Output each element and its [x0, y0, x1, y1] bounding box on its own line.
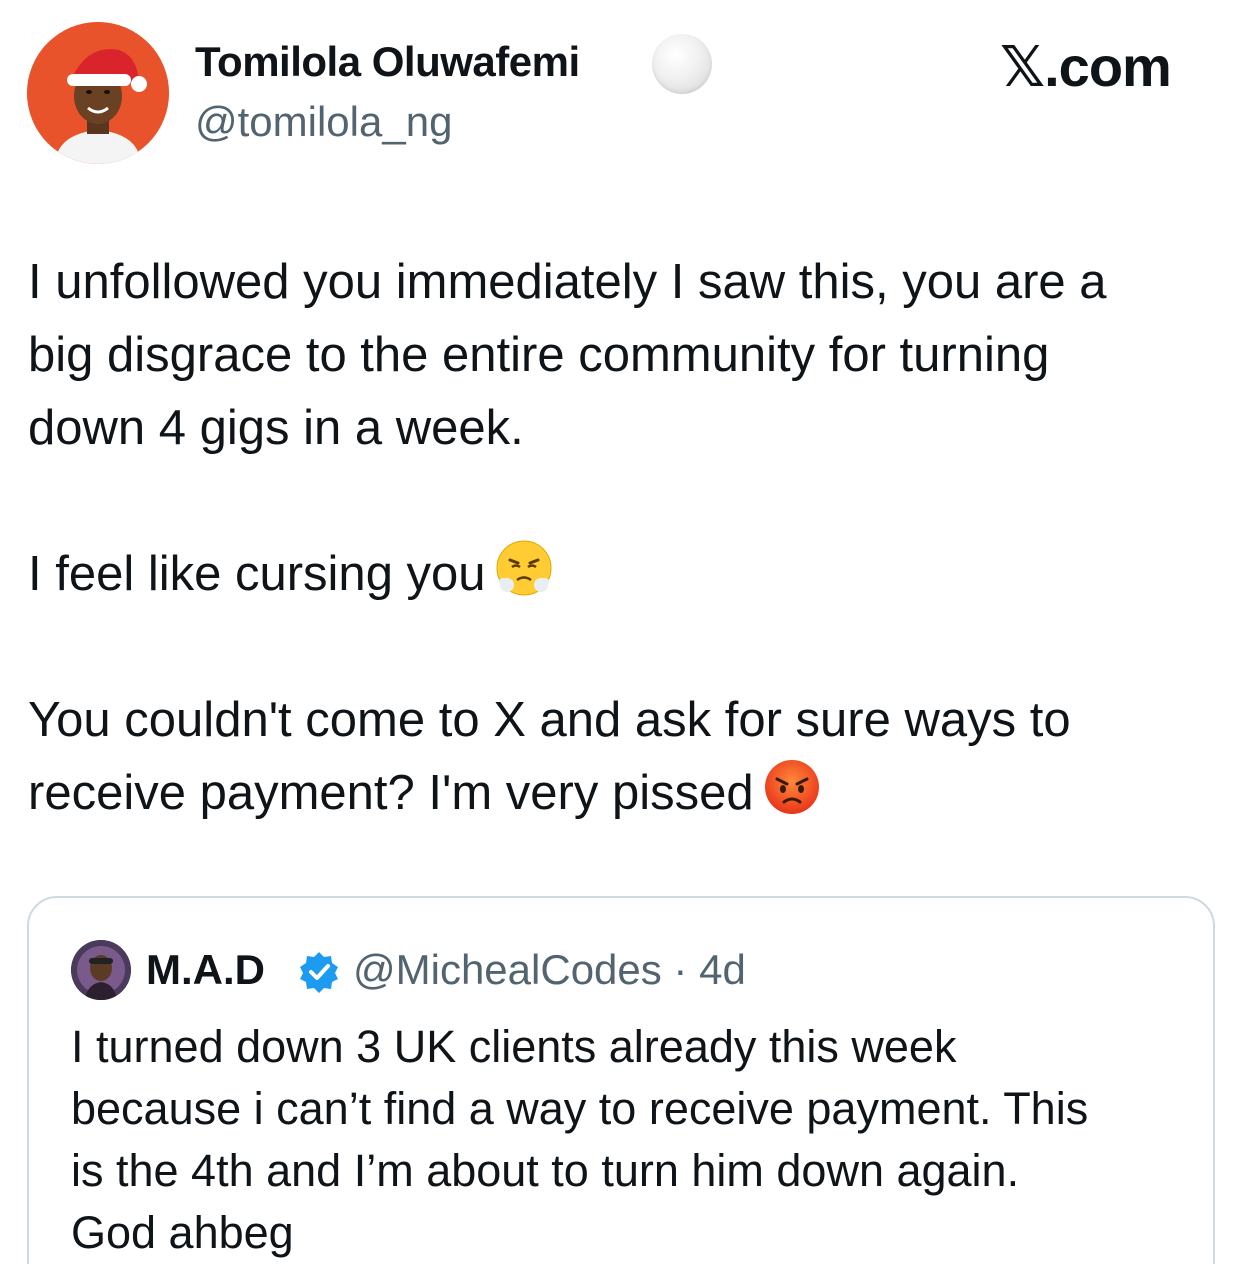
quoted-tweet-line: I turned down 3 UK clients already this … [71, 1021, 957, 1072]
quoted-tweet-line: because i can’t find a way to receive pa… [71, 1083, 1089, 1134]
tweet-line: receive payment? I'm very pissed [28, 757, 1228, 830]
tweet-text: I unfollowed you immediately I saw this,… [28, 246, 1228, 830]
tweet-line: I unfollowed you immediately I saw this,… [28, 255, 1107, 309]
quoted-avatar-portrait-icon [71, 940, 131, 1000]
verified-badge-icon [652, 34, 712, 94]
tweet-line-text: I feel like cursing you [28, 547, 486, 601]
verified-checkmark-icon [300, 952, 338, 993]
tweet-line: I feel like cursing you [28, 538, 1228, 611]
face-with-steam-from-nose-icon [496, 540, 552, 596]
avatar-portrait-icon [27, 22, 169, 164]
quoted-tweet-card[interactable]: M.A.D @MichealCodes · 4d I turned down 3… [27, 896, 1215, 1264]
quoted-tweet-line: is the 4th and I’m about to turn him dow… [71, 1145, 1020, 1196]
x-brand-logo: 𝕏.com [1000, 35, 1172, 98]
quoted-tweet-line: God ahbeg [71, 1207, 294, 1258]
author-handle[interactable]: @tomilola_ng [195, 98, 452, 146]
tweet-line: big disgrace to the entire community for… [28, 328, 1050, 382]
quoted-tweet-text: I turned down 3 UK clients already this … [71, 1016, 1181, 1264]
tweet-line: You couldn't come to X and ask for sure … [28, 693, 1071, 747]
tweet-line: down 4 gigs in a week. [28, 401, 524, 455]
pouting-face-icon [764, 760, 819, 814]
author-avatar[interactable] [27, 22, 169, 164]
author-name[interactable]: Tomilola Oluwafemi [195, 38, 580, 86]
quoted-author-avatar[interactable] [71, 940, 131, 1000]
quoted-author-handle-time[interactable]: @MichealCodes · 4d [353, 946, 746, 994]
tweet-screenshot: Tomilola Oluwafemi @tomilola_ng 𝕏.com I … [0, 0, 1242, 1264]
tweet-line-text: receive payment? I'm very pissed [28, 766, 754, 820]
quoted-author-name[interactable]: M.A.D [146, 946, 265, 994]
